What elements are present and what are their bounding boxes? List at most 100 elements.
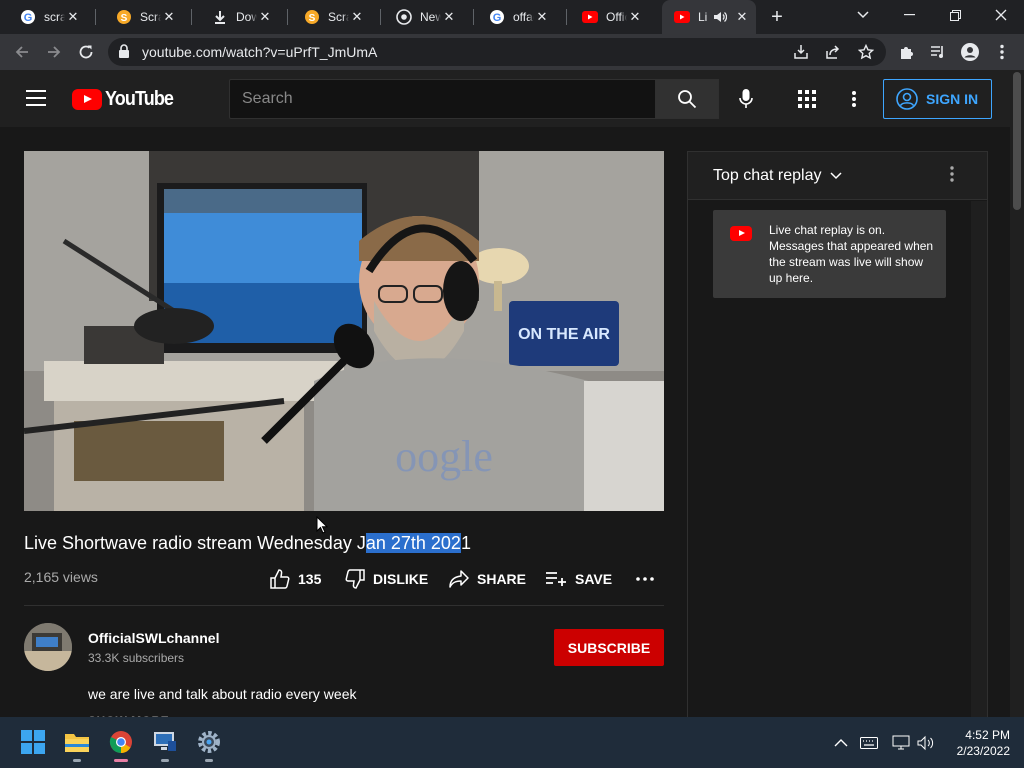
close-icon[interactable]: ✕ xyxy=(349,9,365,25)
dislike-button[interactable]: DISLIKE xyxy=(345,568,428,590)
browser-tab[interactable]: G scratch ✕ xyxy=(8,0,87,34)
hamburger-menu-icon[interactable] xyxy=(26,90,46,106)
new-tab-button[interactable]: + xyxy=(766,6,788,28)
close-window-button[interactable] xyxy=(978,0,1024,30)
browser-tab[interactable]: S Scratch ✕ xyxy=(104,0,183,34)
live-chat-panel: Top chat replay Live chat replay is on. … xyxy=(687,151,988,717)
more-actions-button[interactable] xyxy=(636,568,654,590)
chat-scrollbar[interactable] xyxy=(971,201,987,717)
minimize-button[interactable] xyxy=(886,0,932,30)
reload-button[interactable] xyxy=(73,39,99,65)
thumbs-up-icon xyxy=(270,569,290,589)
reload-icon xyxy=(79,45,93,59)
video-player[interactable]: ON THE AIR oogle xyxy=(24,151,664,511)
search-button[interactable] xyxy=(655,79,719,119)
audio-playing-icon[interactable] xyxy=(712,9,728,25)
share-button[interactable]: SHARE xyxy=(449,568,526,590)
keyboard-icon[interactable] xyxy=(860,735,878,751)
extensions-puzzle-icon[interactable] xyxy=(896,42,916,62)
tab-title: Li xyxy=(698,10,708,24)
chat-body: Live chat replay is on. Messages that ap… xyxy=(688,201,971,717)
install-app-icon[interactable] xyxy=(793,44,809,60)
close-icon[interactable]: ✕ xyxy=(627,9,643,25)
youtube-icon xyxy=(582,9,598,25)
chat-notice-text: Live chat replay is on. Messages that ap… xyxy=(769,223,934,285)
bookmark-star-icon[interactable] xyxy=(858,44,874,60)
browser-toolbar: youtube.com/watch?v=uPrfT_JmUmA xyxy=(0,34,1024,70)
close-icon[interactable]: ✕ xyxy=(734,9,750,25)
scrollbar-thumb[interactable] xyxy=(1013,72,1021,210)
browser-tab[interactable]: G offacial ✕ xyxy=(477,0,556,34)
apps-grid-icon[interactable] xyxy=(795,87,819,111)
arrow-left-icon xyxy=(15,46,28,58)
thumbs-down-icon xyxy=(345,569,365,589)
tab-separator xyxy=(191,9,192,25)
sign-in-button[interactable]: SIGN IN xyxy=(883,79,992,119)
remote-desktop-icon[interactable] xyxy=(150,727,180,762)
back-button[interactable] xyxy=(9,39,35,65)
close-icon[interactable]: ✕ xyxy=(65,9,81,25)
chat-replay-notice: Live chat replay is on. Messages that ap… xyxy=(713,210,946,298)
tab-separator xyxy=(287,9,288,25)
chevron-up-icon[interactable] xyxy=(832,735,850,751)
file-explorer-icon[interactable] xyxy=(62,727,92,762)
media-controls-icon[interactable] xyxy=(928,42,948,62)
voice-search-button[interactable] xyxy=(734,87,758,111)
settings-icon[interactable] xyxy=(194,727,224,762)
settings-more-icon[interactable] xyxy=(842,87,866,111)
browser-tab[interactable]: Official ✕ xyxy=(570,0,649,34)
close-icon[interactable]: ✕ xyxy=(257,9,273,25)
browser-tab[interactable]: New Tab ✕ xyxy=(384,0,463,34)
share-label: SHARE xyxy=(477,571,527,587)
lock-icon[interactable] xyxy=(118,44,130,64)
tab-separator xyxy=(380,9,381,25)
channel-name[interactable]: OfficialSWLchannel xyxy=(88,630,219,646)
volume-icon[interactable] xyxy=(917,735,935,751)
running-indicator xyxy=(161,759,169,762)
address-bar[interactable]: youtube.com/watch?v=uPrfT_JmUmA xyxy=(108,38,886,66)
chat-header: Top chat replay xyxy=(688,152,987,200)
tab-title: Downloads xyxy=(236,10,257,24)
save-button[interactable]: SAVE xyxy=(545,568,612,590)
tab-separator xyxy=(95,9,96,25)
youtube-logo[interactable]: YouTube xyxy=(72,88,181,111)
chevron-down-icon xyxy=(857,11,869,19)
tab-search-button[interactable] xyxy=(840,0,886,30)
youtube-icon xyxy=(730,226,752,241)
forward-button[interactable] xyxy=(41,39,67,65)
svg-text:G: G xyxy=(24,12,33,24)
system-clock[interactable]: 4:52 PM 2/23/2022 xyxy=(940,727,1010,759)
video-title: Live Shortwave radio stream Wednesday Ja… xyxy=(24,533,471,554)
svg-text:G: G xyxy=(493,12,502,24)
mouse-cursor-icon xyxy=(316,515,329,539)
browser-tab[interactable]: Downloads ✕ xyxy=(200,0,279,34)
save-label: SAVE xyxy=(575,571,613,587)
profile-avatar-icon[interactable] xyxy=(960,42,980,62)
running-indicator xyxy=(205,759,213,762)
tab-separator xyxy=(566,9,567,25)
like-button[interactable]: 135 xyxy=(270,568,321,590)
chrome-icon[interactable] xyxy=(106,727,136,762)
close-icon[interactable]: ✕ xyxy=(441,9,457,25)
playlist-add-icon xyxy=(546,572,566,586)
chat-mode-dropdown[interactable]: Top chat replay xyxy=(713,167,842,185)
chrome-icon xyxy=(396,9,412,25)
close-icon[interactable]: ✕ xyxy=(534,9,550,25)
chat-more-options-icon[interactable] xyxy=(950,166,954,187)
browser-tab[interactable]: S Scratch ✕ xyxy=(292,0,371,34)
microphone-icon xyxy=(739,89,753,108)
close-icon[interactable]: ✕ xyxy=(161,9,177,25)
browser-tab-active[interactable]: Li ✕ xyxy=(662,0,756,34)
chrome-menu-icon[interactable] xyxy=(992,42,1012,62)
tab-title: scratch xyxy=(44,10,65,24)
network-icon[interactable] xyxy=(892,735,910,751)
running-indicator xyxy=(73,759,81,762)
share-icon[interactable] xyxy=(825,44,841,60)
search-input[interactable] xyxy=(230,80,655,118)
page-scrollbar[interactable] xyxy=(1010,70,1024,717)
channel-avatar[interactable] xyxy=(24,623,72,671)
restore-button[interactable] xyxy=(932,0,978,30)
subscribe-button[interactable]: SUBSCRIBE xyxy=(554,629,664,666)
svg-text:S: S xyxy=(309,13,316,24)
windows-start-icon[interactable] xyxy=(18,727,48,757)
